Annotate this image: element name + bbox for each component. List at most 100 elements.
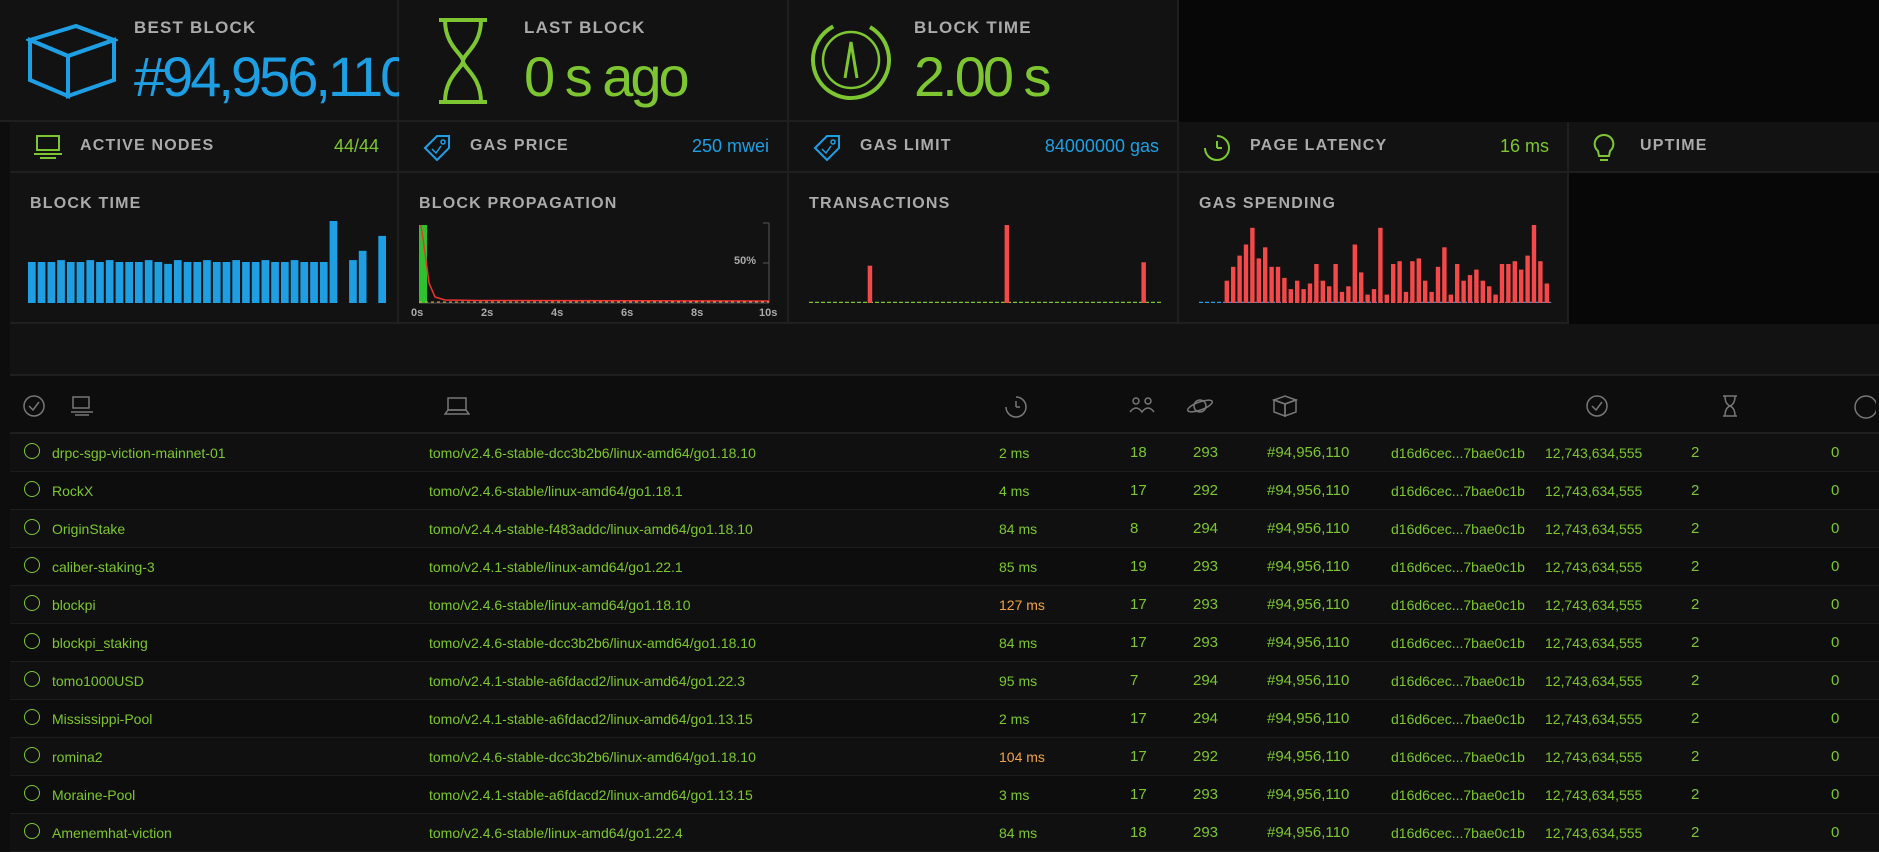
active-nodes-label: ACTIVE NODES bbox=[80, 137, 215, 154]
node-hash: d16d6cec...7bae0c1b bbox=[1391, 547, 1545, 586]
node-name[interactable]: RockX bbox=[52, 471, 429, 510]
chart-bar bbox=[242, 262, 250, 303]
table-row[interactable]: RockX tomo/v2.4.6-stable/linux-amd64/go1… bbox=[10, 471, 1879, 510]
node-name[interactable]: OriginStake bbox=[52, 509, 429, 548]
table-row[interactable]: OriginStake tomo/v2.4.4-stable-f483addc/… bbox=[10, 509, 1879, 548]
status-ring-icon bbox=[24, 633, 40, 649]
table-row[interactable]: tomo1000USD tomo/v2.4.1-stable-a6fdacd2/… bbox=[10, 661, 1879, 700]
computer-icon[interactable] bbox=[70, 394, 94, 418]
chart-bar bbox=[1243, 244, 1249, 303]
peers-icon[interactable] bbox=[1128, 394, 1156, 416]
hourglass-icon[interactable] bbox=[1720, 394, 1740, 418]
status-ring-icon bbox=[24, 785, 40, 801]
check-circle-icon[interactable] bbox=[22, 394, 46, 418]
table-row[interactable]: romina2 tomo/v2.4.6-stable-dcc3b2b6/linu… bbox=[10, 737, 1879, 776]
node-block: #94,956,110 bbox=[1267, 547, 1391, 586]
node-latency: 3 ms bbox=[999, 775, 1130, 814]
node-name[interactable]: blockpi bbox=[52, 585, 429, 624]
node-pending: 293 bbox=[1193, 585, 1267, 624]
tag-icon bbox=[423, 135, 450, 162]
node-extra: 0 bbox=[1831, 585, 1879, 624]
table-row[interactable]: Mississippi-Pool tomo/v2.4.1-stable-a6fd… bbox=[10, 699, 1879, 738]
cube-icon bbox=[26, 23, 118, 100]
cube-icon[interactable] bbox=[1272, 394, 1298, 418]
best-block-value: #94,956,110 bbox=[134, 45, 411, 108]
status-ring-icon bbox=[24, 557, 40, 573]
chart-bar bbox=[164, 263, 172, 303]
node-latency: 2 ms bbox=[999, 434, 1130, 472]
chart-bar bbox=[1519, 269, 1524, 303]
laptop-icon[interactable] bbox=[444, 394, 470, 418]
chart-bar bbox=[1384, 294, 1389, 303]
node-propagation: 2 bbox=[1691, 471, 1831, 510]
node-client: tomo/v2.4.1-stable-a6fdacd2/linux-amd64/… bbox=[429, 661, 999, 700]
block-propagation-panel: BLOCK PROPAGATION 50% 0s 2s 4s 6s 8s 10s bbox=[399, 173, 789, 324]
node-hash: d16d6cec...7bae0c1b bbox=[1391, 623, 1545, 662]
node-name[interactable]: romina2 bbox=[52, 737, 429, 776]
node-name[interactable]: blockpi_staking bbox=[52, 623, 429, 662]
node-peers: 17 bbox=[1130, 775, 1193, 814]
gas-spending-chart bbox=[1199, 225, 1551, 303]
chart-bar bbox=[1320, 280, 1325, 303]
node-name[interactable]: Mississippi-Pool bbox=[52, 699, 429, 738]
node-client: tomo/v2.4.6-stable/linux-amd64/go1.22.4 bbox=[429, 813, 999, 852]
node-block: #94,956,110 bbox=[1267, 434, 1391, 472]
node-client: tomo/v2.4.6-stable-dcc3b2b6/linux-amd64/… bbox=[429, 737, 999, 776]
chart-bar bbox=[1282, 277, 1287, 303]
chart-bar bbox=[1531, 225, 1537, 303]
status-ring-icon bbox=[24, 823, 40, 839]
node-block: #94,956,110 bbox=[1267, 471, 1391, 510]
chart-bar bbox=[1403, 291, 1409, 303]
table-row[interactable]: blockpi_staking tomo/v2.4.6-stable-dcc3b… bbox=[10, 623, 1879, 662]
chart-bar bbox=[261, 260, 270, 303]
node-extra: 0 bbox=[1831, 471, 1879, 510]
table-row[interactable]: Amenemhat-viction tomo/v2.4.6-stable/lin… bbox=[10, 813, 1879, 852]
chart-bar bbox=[115, 262, 124, 303]
last-block-label: LAST BLOCK bbox=[524, 18, 646, 37]
chart-bar bbox=[135, 262, 143, 303]
node-name[interactable]: tomo1000USD bbox=[52, 661, 429, 700]
gas-price-panel: GAS PRICE 250 mwei bbox=[399, 122, 789, 173]
block-time-chart-panel: BLOCK TIME bbox=[10, 173, 399, 324]
node-hash: d16d6cec...7bae0c1b bbox=[1391, 471, 1545, 510]
stopwatch-icon[interactable] bbox=[1003, 394, 1029, 420]
chart-bar bbox=[222, 262, 231, 303]
computer-icon bbox=[34, 135, 62, 159]
propagation-tick-10: 10s bbox=[759, 307, 778, 319]
block-time-label: BLOCK TIME bbox=[914, 18, 1032, 37]
table-row[interactable]: drpc-sgp-viction-mainnet-01 tomo/v2.4.6-… bbox=[10, 434, 1879, 472]
table-row[interactable]: blockpi tomo/v2.4.6-stable/linux-amd64/g… bbox=[10, 585, 1879, 624]
chart-bar bbox=[1237, 255, 1242, 303]
node-name[interactable]: caliber-staking-3 bbox=[52, 547, 429, 586]
chart-bar bbox=[1288, 289, 1293, 303]
block-time-chart bbox=[28, 221, 386, 303]
node-peers: 18 bbox=[1130, 434, 1193, 472]
node-name[interactable]: Moraine-Pool bbox=[52, 775, 429, 814]
page-latency-panel: PAGE LATENCY 16 ms bbox=[1179, 122, 1569, 173]
status-ring-icon bbox=[24, 709, 40, 725]
node-hash: d16d6cec...7bae0c1b bbox=[1391, 585, 1545, 624]
propagation-tick-6: 6s bbox=[621, 307, 634, 319]
planet-icon[interactable] bbox=[1186, 394, 1214, 418]
node-propagation: 2 bbox=[1691, 434, 1831, 472]
gas-price-label: GAS PRICE bbox=[470, 137, 569, 154]
table-row[interactable]: Moraine-Pool tomo/v2.4.1-stable-a6fdacd2… bbox=[10, 775, 1879, 814]
status-ring-icon bbox=[24, 595, 40, 611]
chart-bar bbox=[300, 262, 309, 303]
node-pending: 293 bbox=[1193, 623, 1267, 662]
table-row[interactable]: caliber-staking-3 tomo/v2.4.1-stable/lin… bbox=[10, 547, 1879, 586]
chart-bar bbox=[1461, 280, 1466, 303]
node-difficulty: 12,743,634,555 bbox=[1545, 661, 1691, 700]
status-ring-icon bbox=[24, 671, 40, 687]
gauge-icon[interactable] bbox=[1852, 394, 1876, 420]
node-peers: 19 bbox=[1130, 547, 1193, 586]
node-client: tomo/v2.4.6-stable-dcc3b2b6/linux-amd64/… bbox=[429, 434, 999, 472]
node-propagation: 2 bbox=[1691, 623, 1831, 662]
check-circle-icon[interactable] bbox=[1585, 394, 1609, 418]
chart-bar bbox=[1410, 261, 1415, 303]
chart-bar bbox=[1506, 264, 1511, 303]
node-name[interactable]: drpc-sgp-viction-mainnet-01 bbox=[52, 434, 429, 472]
node-name[interactable]: Amenemhat-viction bbox=[52, 813, 429, 852]
block-propagation-chart bbox=[419, 222, 770, 304]
chart-bar bbox=[1474, 269, 1479, 303]
